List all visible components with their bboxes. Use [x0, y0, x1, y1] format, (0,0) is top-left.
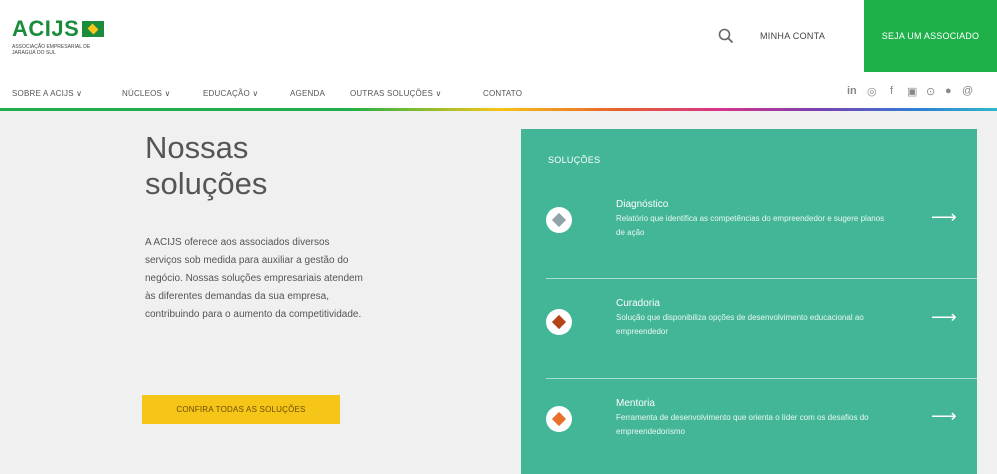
rainbow-divider: [0, 108, 997, 111]
intro-section: Nossas soluções A ACIJS oferece aos asso…: [145, 130, 375, 324]
solution-item-curadoria[interactable]: Curadoria Solução que disponibiliza opçõ…: [546, 279, 977, 379]
logo-subtitle: ASSOCIAÇÃO EMPRESARIAL DE JARAGUÁ DO SUL: [12, 44, 91, 56]
linkedin-icon[interactable]: in: [847, 85, 857, 97]
diamond-icon: [546, 309, 572, 335]
account-link[interactable]: MINHA CONTA: [760, 31, 825, 41]
arrow-right-icon[interactable]: ⟶: [931, 406, 957, 427]
instagram-icon[interactable]: ◎: [867, 85, 877, 98]
solution-item-mentoria[interactable]: Mentoria Ferramenta de desenvolvimento q…: [546, 379, 977, 474]
solution-title: Mentoria: [616, 398, 655, 409]
main-nav: SOBRE A ACIJS ∨ NÚCLEOS ∨ EDUCAÇÃO ∨ AGE…: [0, 78, 997, 108]
search-button[interactable]: [712, 22, 740, 50]
become-member-button[interactable]: SEJA UM ASSOCIADO: [864, 0, 997, 72]
nav-item-contato[interactable]: CONTATO: [483, 89, 522, 98]
solution-desc: Solução que disponibiliza opções de dese…: [616, 313, 864, 336]
threads-icon[interactable]: @: [962, 85, 973, 97]
nav-item-nucleos[interactable]: NÚCLEOS ∨: [122, 89, 171, 98]
solution-desc: Relatório que identifica as competências…: [616, 214, 885, 237]
solution-item-diagnostico[interactable]: Diagnóstico Relatório que identifica as …: [546, 179, 977, 279]
logo-flag-icon: [82, 21, 105, 37]
facebook-icon[interactable]: f: [890, 85, 893, 97]
all-solutions-button[interactable]: CONFIRA TODAS AS SOLUÇÕES: [142, 395, 340, 424]
nav-item-educacao[interactable]: EDUCAÇÃO ∨: [203, 89, 258, 98]
logo-text: ACIJS: [12, 16, 80, 41]
arrow-right-icon[interactable]: ⟶: [931, 307, 957, 328]
nav-item-outras-solucoes[interactable]: OUTRAS SOLUÇÕES ∨: [350, 89, 442, 98]
solution-title: Diagnóstico: [616, 199, 669, 210]
site-header: ACIJS ASSOCIAÇÃO EMPRESARIAL DE JARAGUÁ …: [0, 0, 997, 78]
solution-title: Curadoria: [616, 298, 660, 309]
spotify-icon[interactable]: ●: [945, 85, 952, 97]
solutions-title: SOLUÇÕES: [548, 155, 601, 165]
solution-desc: Ferramenta de desenvolvimento que orient…: [616, 413, 869, 436]
solutions-panel: SOLUÇÕES Diagnóstico Relatório que ident…: [521, 129, 977, 474]
search-icon: [718, 28, 734, 44]
youtube-icon[interactable]: ▣: [907, 85, 917, 98]
flickr-icon[interactable]: ⊙: [926, 85, 935, 98]
diamond-icon: [546, 207, 572, 233]
arrow-right-icon[interactable]: ⟶: [931, 207, 957, 228]
intro-text: A ACIJS oferece aos associados diversos …: [145, 237, 363, 320]
logo-wordmark: ACIJS: [12, 16, 105, 42]
logo[interactable]: ACIJS ASSOCIAÇÃO EMPRESARIAL DE JARAGUÁ …: [12, 16, 105, 56]
nav-item-agenda[interactable]: AGENDA: [290, 89, 325, 98]
diamond-icon: [546, 406, 572, 432]
page-title: Nossas soluções: [145, 130, 268, 201]
nav-item-sobre[interactable]: SOBRE A ACIJS ∨: [12, 89, 82, 98]
